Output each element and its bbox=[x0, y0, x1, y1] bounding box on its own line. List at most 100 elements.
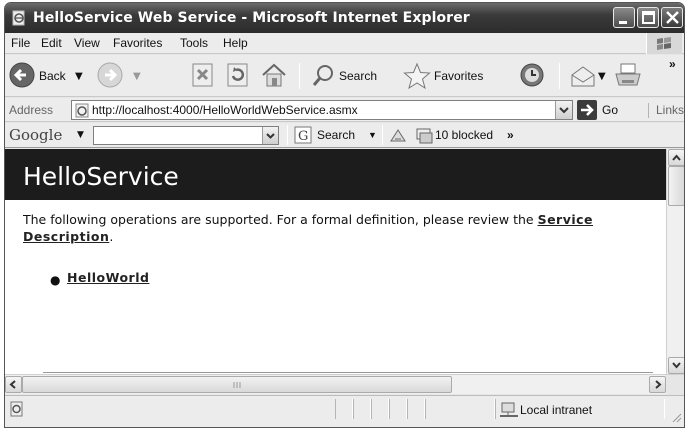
google-search-dropdown-button[interactable] bbox=[262, 127, 278, 144]
star-icon bbox=[403, 62, 431, 90]
status-panel bbox=[425, 399, 495, 419]
status-panel bbox=[389, 399, 407, 419]
menu-edit[interactable]: Edit bbox=[41, 36, 62, 50]
google-search-button[interactable]: Search bbox=[317, 128, 355, 142]
security-zone-label: Local intranet bbox=[520, 403, 593, 417]
google-logo[interactable]: Google bbox=[9, 126, 62, 144]
google-toolbar: Google ▼ G Search ▼ 10 blocked » bbox=[5, 123, 684, 148]
standard-toolbar: Back ▼ ▼ Search Favorites ▼ » bbox=[5, 55, 684, 97]
chevron-right-icon bbox=[655, 380, 662, 389]
google-menu-dropdown-icon[interactable]: ▼ bbox=[77, 130, 84, 140]
go-button[interactable] bbox=[577, 100, 597, 120]
stop-button[interactable] bbox=[190, 61, 216, 91]
close-icon bbox=[666, 11, 679, 24]
mail-button[interactable]: ▼ bbox=[569, 61, 609, 91]
address-input[interactable]: http://localhost:4000/HelloWorldWebServi… bbox=[71, 100, 573, 120]
scroll-down-button[interactable] bbox=[668, 357, 684, 374]
toolbar-separator bbox=[559, 63, 560, 89]
google-g-icon: G bbox=[294, 126, 312, 144]
windows-flag-icon bbox=[646, 33, 682, 54]
toolbar-separator bbox=[299, 63, 300, 89]
horizontal-scroll-thumb[interactable] bbox=[22, 376, 452, 393]
google-toolbar-overflow-button[interactable]: » bbox=[507, 128, 514, 142]
mail-icon bbox=[571, 66, 595, 87]
search-button[interactable]: Search bbox=[311, 61, 395, 91]
print-button[interactable] bbox=[613, 61, 643, 91]
description-period: . bbox=[109, 229, 114, 244]
chevron-down-icon bbox=[559, 107, 569, 114]
refresh-icon bbox=[227, 63, 248, 87]
address-url: http://localhost:4000/HelloWorldWebServi… bbox=[92, 103, 358, 117]
history-icon bbox=[520, 63, 544, 87]
status-panel bbox=[407, 399, 425, 419]
maximize-icon bbox=[642, 11, 655, 24]
status-panel bbox=[353, 399, 371, 419]
horizontal-scrollbar[interactable] bbox=[5, 374, 684, 395]
toolbar-separator bbox=[382, 125, 383, 145]
popup-blocked-count[interactable]: 10 blocked bbox=[435, 128, 493, 142]
search-icon bbox=[312, 65, 333, 86]
page-content: HelloService The following operations ar… bbox=[5, 149, 666, 374]
refresh-button[interactable] bbox=[225, 61, 251, 91]
popup-blocker-icon bbox=[416, 128, 433, 144]
minimize-icon bbox=[619, 21, 627, 24]
list-bullet: ● bbox=[50, 273, 61, 287]
browser-window: HelloService Web Service - Microsoft Int… bbox=[4, 2, 685, 428]
back-label: Back bbox=[39, 69, 66, 83]
back-dropdown-icon[interactable]: ▼ bbox=[75, 71, 83, 82]
forward-dropdown-icon[interactable]: ▼ bbox=[133, 71, 141, 82]
search-label: Search bbox=[339, 69, 378, 83]
svg-text:G: G bbox=[298, 129, 308, 144]
go-label[interactable]: Go bbox=[602, 103, 618, 117]
links-button[interactable]: Links bbox=[648, 103, 684, 118]
menu-help[interactable]: Help bbox=[223, 36, 248, 50]
scroll-left-button[interactable] bbox=[5, 376, 22, 393]
scroll-right-button[interactable] bbox=[649, 376, 666, 393]
toolbar-separator bbox=[287, 125, 288, 145]
page-title: HelloService bbox=[23, 162, 179, 191]
title-bar: HelloService Web Service - Microsoft Int… bbox=[5, 3, 684, 33]
menu-tools[interactable]: Tools bbox=[180, 36, 208, 50]
status-panel bbox=[371, 399, 389, 419]
vertical-scrollbar[interactable] bbox=[666, 149, 684, 374]
operation-link-helloworld[interactable]: HelloWorld bbox=[67, 270, 149, 285]
close-button[interactable] bbox=[661, 7, 683, 28]
google-search-dropdown-icon[interactable]: ▼ bbox=[368, 130, 377, 140]
home-icon bbox=[262, 63, 286, 87]
scroll-up-button[interactable] bbox=[668, 149, 684, 166]
grip-icon bbox=[233, 382, 241, 388]
history-button[interactable] bbox=[517, 61, 547, 91]
page-description: The following operations are supported. … bbox=[23, 211, 653, 245]
forward-arrow-icon bbox=[97, 62, 123, 88]
back-button[interactable]: Back ▼ bbox=[9, 61, 87, 91]
back-arrow-icon bbox=[9, 62, 35, 88]
favorites-label: Favorites bbox=[434, 69, 484, 83]
address-dropdown-button[interactable] bbox=[555, 101, 572, 119]
menu-view[interactable]: View bbox=[74, 36, 100, 50]
scrollbar-corner bbox=[666, 375, 684, 395]
google-search-input[interactable] bbox=[93, 126, 279, 145]
chevron-left-icon bbox=[9, 380, 16, 389]
home-button[interactable] bbox=[260, 61, 288, 91]
mail-dropdown-icon[interactable]: ▼ bbox=[598, 71, 606, 82]
address-label: Address bbox=[9, 103, 54, 117]
status-panel bbox=[335, 399, 353, 419]
ie-page-icon bbox=[12, 10, 25, 26]
status-bar: Local intranet bbox=[5, 395, 684, 427]
go-arrow-icon bbox=[581, 104, 594, 116]
address-bar: Address http://localhost:4000/HelloWorld… bbox=[5, 98, 684, 122]
vertical-scroll-thumb[interactable] bbox=[668, 166, 684, 206]
forward-button[interactable]: ▼ bbox=[97, 61, 153, 91]
menu-favorites[interactable]: Favorites bbox=[113, 36, 162, 50]
resize-grip-icon[interactable] bbox=[669, 410, 683, 424]
menu-file[interactable]: File bbox=[11, 36, 30, 50]
minimize-button[interactable] bbox=[613, 7, 635, 28]
chevron-up-icon bbox=[672, 154, 681, 161]
pagerank-icon bbox=[390, 129, 406, 142]
stop-icon bbox=[192, 63, 213, 87]
menu-bar: File Edit View Favorites Tools Help bbox=[5, 33, 684, 54]
toolbar-overflow-button[interactable]: » bbox=[669, 57, 676, 71]
chevron-down-icon bbox=[672, 362, 681, 369]
maximize-button[interactable] bbox=[637, 7, 659, 28]
favorites-button[interactable]: Favorites bbox=[403, 61, 507, 91]
